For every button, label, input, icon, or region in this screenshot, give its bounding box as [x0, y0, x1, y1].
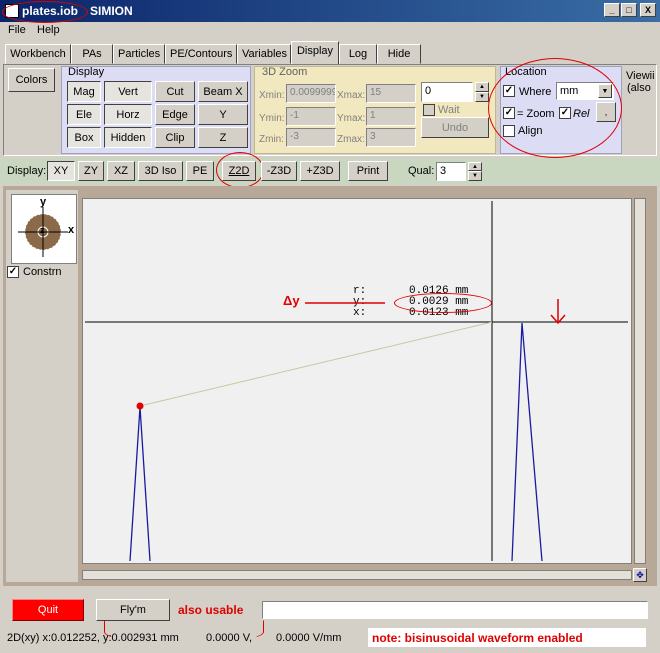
tab-workbench[interactable]: Workbench [5, 44, 71, 64]
trajectory-peak-right [511, 322, 543, 562]
viewing-label: Viewii [626, 70, 655, 82]
status-bar: 2D(xy) x:0.012252, y:0.002931 mm 0.0000 … [0, 626, 660, 651]
annotation-y-ellipse [394, 293, 492, 313]
spin-down-button[interactable]: ▼ [475, 92, 489, 102]
display-ele-button[interactable]: Ele [67, 104, 101, 125]
measure-start-marker [136, 402, 144, 410]
quit-button[interactable]: Quit [12, 599, 84, 621]
status-field: 0.0000 V/mm [276, 632, 342, 644]
zmin-label: Zmin: [259, 134, 284, 145]
display-edge-button[interactable]: Edge [155, 104, 195, 125]
colors-button[interactable]: Colors [8, 68, 55, 92]
annotation-z2d-ellipse [216, 152, 264, 188]
viewing-label-2: (also [627, 82, 651, 94]
orientation-x-label: x [68, 224, 75, 236]
vertical-scrollbar[interactable] [634, 198, 646, 564]
window-app-title: SIMION [90, 4, 133, 18]
display-mag-button[interactable]: Mag [67, 81, 101, 102]
wait-checkbox[interactable] [423, 104, 435, 116]
zmax-label: Zmax: [337, 134, 365, 145]
annotation-location-ellipse [488, 58, 622, 158]
scroll-corner-move-icon[interactable]: ✥ [633, 568, 647, 582]
ymax-label: Ymax: [337, 113, 366, 124]
readout-x-label: x: [353, 307, 367, 319]
tab-hide[interactable]: Hide [377, 44, 421, 64]
qual-field[interactable]: 3 [436, 162, 466, 181]
display-box-button[interactable]: Box [67, 127, 101, 148]
horizontal-scrollbar[interactable] [82, 570, 632, 580]
display-horz-button[interactable]: Horz [104, 104, 152, 125]
view-minus-z3d-button[interactable]: -Z3D [261, 161, 297, 181]
display-vert-button[interactable]: Vert [104, 81, 152, 102]
menu-file[interactable]: File [8, 24, 26, 36]
annotation-delta-arrow [305, 302, 385, 304]
qual-down-button[interactable]: ▼ [468, 171, 482, 181]
tab-pas[interactable]: PAs [71, 44, 113, 64]
view-zy-button[interactable]: ZY [78, 161, 104, 181]
annotation-status-swoosh [104, 620, 264, 644]
flym-button[interactable]: Fly'm [96, 599, 170, 621]
print-button[interactable]: Print [348, 161, 388, 181]
xmin-label: Xmin: [259, 90, 285, 101]
menu-bar: File Help [0, 22, 660, 40]
maximize-button[interactable]: □ [621, 3, 637, 17]
display-group-label: Display [68, 66, 105, 78]
orientation-widget[interactable]: y x z [11, 194, 77, 264]
annotation-delta-y-label: Δy [283, 293, 300, 308]
minimize-button[interactable]: _ [604, 3, 620, 17]
xmin-field[interactable]: 0.00999999 [286, 84, 336, 103]
spin-up-button[interactable]: ▲ [475, 82, 489, 92]
view-xz-button[interactable]: XZ [107, 161, 135, 181]
display-y-button[interactable]: Y [198, 104, 248, 125]
display-clip-button[interactable]: Clip [155, 127, 195, 148]
view-pe-button[interactable]: PE [186, 161, 214, 181]
tab-particles[interactable]: Particles [113, 44, 165, 64]
view-plus-z3d-button[interactable]: +Z3D [300, 161, 340, 181]
close-button[interactable]: X [640, 3, 656, 17]
annotation-waveform-note: note: bisinusoidal waveform enabled [372, 631, 583, 645]
tab-pe-contours[interactable]: PE/Contours [165, 44, 237, 64]
qual-label: Qual: [408, 165, 435, 177]
title-bar: plates.iob SIMION _ □ X [0, 0, 660, 22]
display-label: Display: [7, 165, 47, 177]
qual-up-button[interactable]: ▲ [468, 162, 482, 171]
command-input[interactable] [262, 601, 648, 619]
annotation-title-ellipse [2, 1, 88, 23]
tab-log[interactable]: Log [339, 44, 377, 64]
zmin-field[interactable]: -3 [286, 128, 336, 147]
annotation-also-usable: also usable [178, 603, 244, 617]
orientation-y-label: y [40, 196, 47, 208]
potential-array-view[interactable]: r: 0.0126 mm y: 0.0029 mm x: 0.0123 mm Δ… [82, 198, 632, 564]
tab-display[interactable]: Display [291, 41, 339, 64]
ymin-label: Ymin: [259, 113, 285, 124]
view-3diso-button[interactable]: 3D Iso [138, 161, 183, 181]
view-xy-button[interactable]: XY [47, 161, 75, 181]
ymax-field[interactable]: 1 [366, 107, 416, 126]
display-z-button[interactable]: Z [198, 127, 248, 148]
orientation-z-label: z [40, 225, 45, 235]
xmax-label: Xmax: [337, 90, 366, 101]
display-cut-button[interactable]: Cut [155, 81, 195, 102]
undo-button[interactable]: Undo [421, 117, 489, 138]
constrain-label: Constrn [23, 266, 62, 278]
tab-variables[interactable]: Variables [237, 44, 291, 64]
ymin-field[interactable]: -1 [286, 107, 336, 126]
menu-help[interactable]: Help [37, 24, 60, 36]
xmax-field[interactable]: 15 [366, 84, 416, 103]
zmax-field[interactable]: 3 [366, 128, 416, 147]
trajectory-peak-left [129, 406, 151, 562]
display-beamx-button[interactable]: Beam X [198, 81, 248, 102]
zoom-spin-value[interactable]: 0 [421, 82, 473, 102]
measure-line [139, 321, 493, 407]
trajectory-canvas [85, 201, 628, 562]
constrain-checkbox[interactable]: ✓ [7, 266, 19, 278]
zoom3d-group-label: 3D Zoom [262, 66, 308, 78]
display-hidden-button[interactable]: Hidden [104, 127, 152, 148]
wait-label: Wait [438, 104, 460, 116]
